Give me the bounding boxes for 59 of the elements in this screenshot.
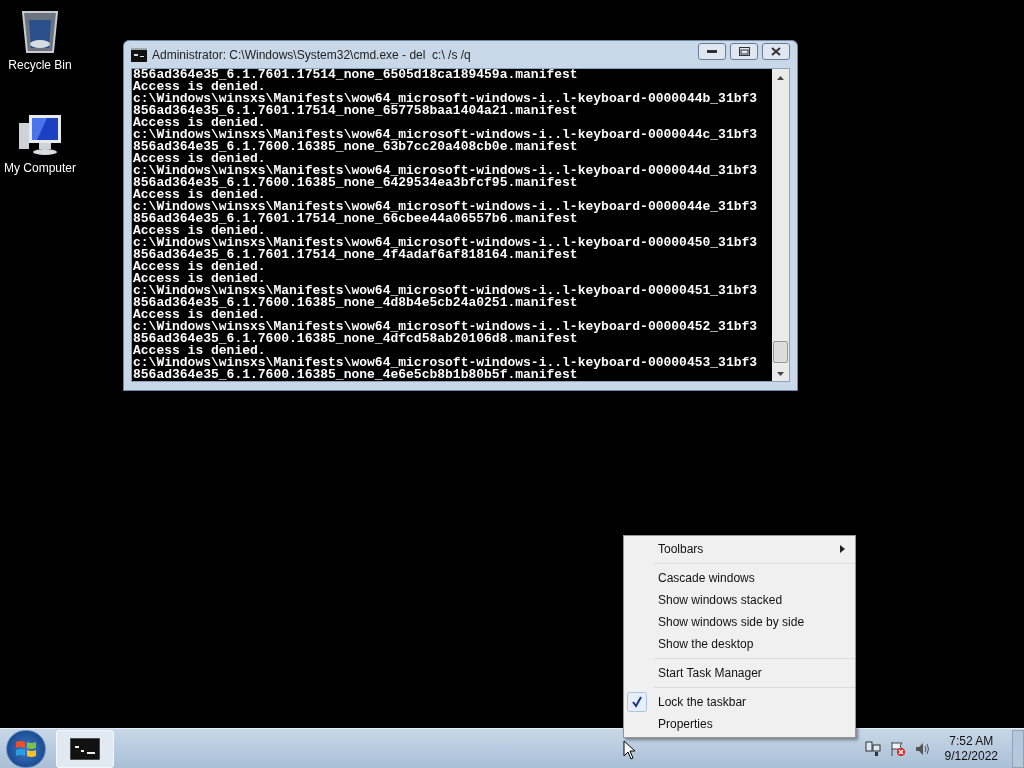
- console-line: Access is denied.: [133, 273, 266, 285]
- console-line: Access is denied.: [133, 225, 266, 237]
- console-line: c:\Windows\winsxs\Manifests\wow64_microsoft-windows-i..l-keyboard-0000044b_31bf3: [133, 93, 759, 105]
- console-task-button[interactable]: [56, 729, 114, 768]
- menu-item[interactable]: Toolbars: [624, 538, 855, 560]
- window-title: Administrator: C:\Windows\System32\cmd.exe - del c:\ /s /q: [152, 46, 471, 64]
- console-line: c:\Windows\winsxs\Manifests\wow64_microsoft-windows-i..l-keyboard-0000044d_31bf3: [133, 165, 759, 177]
- mouse-cursor-icon: [623, 740, 636, 760]
- console-line: Access is denied.: [133, 345, 266, 357]
- computer-icon: [17, 113, 63, 157]
- console-line: c:\Windows\winsxs\Manifests\wow64_microsoft-windows-i..l-keyboard-0000044c_31bf3: [133, 129, 759, 141]
- maximize-button[interactable]: [730, 43, 758, 60]
- menu-item[interactable]: Cascade windows: [624, 567, 855, 589]
- scrollbar[interactable]: [772, 69, 789, 381]
- network-icon[interactable]: [864, 740, 881, 757]
- menu-item[interactable]: Show windows stacked: [624, 589, 855, 611]
- console-line: Access is denied.: [133, 153, 266, 165]
- console-line: 856ad364e35_6.1.7601.17514_none_6505d18ca189459a.manifest: [133, 69, 579, 81]
- console-line: 856ad364e35_6.1.7600.16385_none_6429534ea3bfcf95.manifest: [133, 177, 578, 189]
- console-line: c:\Windows\winsxs\Manifests\wow64_microsoft-windows-i..l-keyboard-0000044e_31bf3: [133, 201, 759, 213]
- console-line: Access is denied.: [133, 117, 266, 129]
- console-line: c:\Windows\winsxs\Manifests\wow64_microsoft-windows-i..l-keyboard-00000453_31bf3: [133, 357, 759, 369]
- console-line: c:\Windows\winsxs\Manifests\wow64_microsoft-windows-i..l-keyboard-00000450_31bf3: [133, 237, 759, 249]
- scroll-thumb[interactable]: [773, 341, 788, 363]
- desktop-icon-label[interactable]: My Computer: [4, 161, 76, 175]
- console-line: 856ad364e35_6.1.7600.16385_none_63b7cc20a408cb0e.manifest: [133, 141, 578, 153]
- menu-item[interactable]: Show windows side by side: [624, 611, 855, 633]
- console-icon: [131, 47, 147, 62]
- close-icon: [771, 47, 781, 56]
- console-line: 856ad364e35_6.1.7601.17514_none_66cbee44a06557b6.manifest: [133, 213, 578, 225]
- flag-error-icon[interactable]: [889, 740, 906, 757]
- menu-item[interactable]: Show the desktop: [624, 633, 855, 655]
- desktop-icon-label[interactable]: Recycle Bin: [8, 58, 72, 72]
- restore-icon: [738, 47, 750, 56]
- menu-item[interactable]: Properties: [624, 713, 855, 735]
- minimize-button[interactable]: [698, 43, 726, 60]
- console-line: 856ad364e35_6.1.7601.17514_none_657758baa1404a21.manifest: [133, 105, 578, 117]
- console-line: Access is denied.: [133, 81, 266, 93]
- start-button[interactable]: [6, 729, 46, 768]
- console-line: 856ad364e35_6.1.7600.16385_none_4e6e5cb8b1b80b5f.manifest: [133, 369, 578, 381]
- clock-time[interactable]: 7:52 AM: [949, 733, 994, 749]
- console-line: Access is denied.: [133, 189, 266, 201]
- close-button[interactable]: [762, 43, 790, 60]
- submenu-arrow-icon: [840, 545, 845, 553]
- minimize-icon: [707, 50, 717, 53]
- menu-item[interactable]: Start Task Manager: [624, 662, 855, 684]
- console-line: c:\Windows\winsxs\Manifests\wow64_microsoft-windows-i..l-keyboard-00000452_31bf3: [133, 321, 759, 333]
- console-line: Access is denied.: [133, 261, 266, 273]
- console-line: c:\Windows\winsxs\Manifests\wow64_microsoft-windows-i..l-keyboard-00000451_31bf3: [133, 285, 759, 297]
- console-line: Access is denied.: [133, 309, 266, 321]
- windows-logo-icon: [15, 738, 37, 759]
- console-line: 856ad364e35_6.1.7600.16385_none_4d8b4e5cb24a0251.manifest: [133, 297, 578, 309]
- recycle-bin-icon: [20, 8, 60, 54]
- console-line: 856ad364e35_6.1.7601.17514_none_4f4adaf6af818164.manifest: [133, 249, 578, 261]
- clock-date[interactable]: 9/12/2022: [944, 748, 998, 764]
- checkmark-icon: [627, 692, 647, 712]
- console-icon: [70, 737, 100, 760]
- console-line: 856ad364e35_6.1.7600.16385_none_4dfcd58ab20106d8.manifest: [133, 333, 578, 345]
- menu-item[interactable]: Lock the taskbar: [624, 691, 855, 713]
